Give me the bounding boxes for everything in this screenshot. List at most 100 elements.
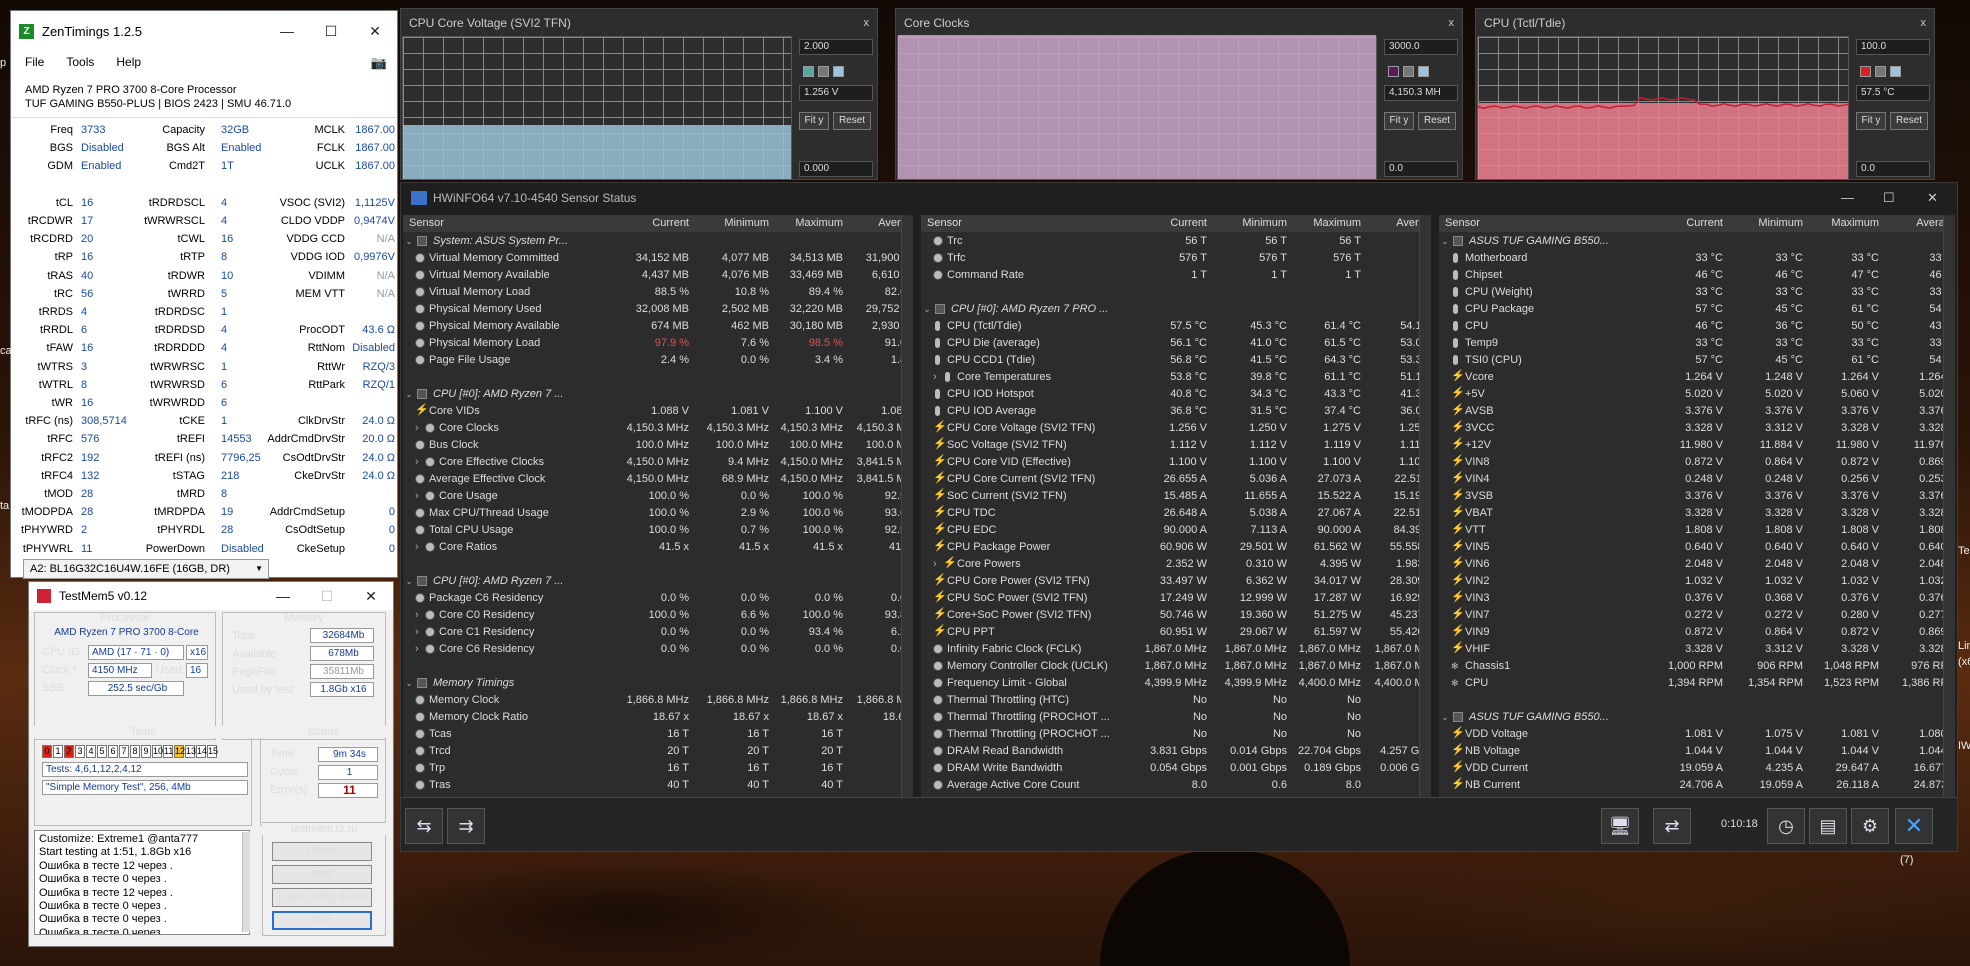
reset-button[interactable]: Reset (1418, 112, 1456, 130)
expand-chevron-icon[interactable]: › (415, 420, 419, 437)
fit-y-button[interactable]: Fit y (799, 112, 829, 130)
sensor-row[interactable]: DRAM Write Bandwidth 0.054 Gbps 0.001 Gbps… (921, 760, 1431, 777)
gear-icon[interactable]: ⚙ (1851, 808, 1889, 844)
sensor-row[interactable]: ⚡ AVSB 3.376 V 3.376 V 3.376 V 3.376 V (1439, 403, 1955, 420)
sensor-row[interactable]: ⚡CPU EDC90.000 A7.113 A90.000 A84.395 A (921, 522, 1431, 539)
graph-color-swatch[interactable] (1388, 66, 1399, 77)
sensor-row[interactable]: ⚡ +12V 11.980 V 11.884 V 11.980 V 11.976 V (1439, 437, 1955, 454)
sensor-scrollbar[interactable] (1943, 215, 1955, 797)
sensor-row[interactable]: ⚡ VIN4 0.248 V 0.248 V 0.256 V 0.253 V (1439, 471, 1955, 488)
sensor-row[interactable]: ⚡ CPU Core VID (Effective) 1.100 V 1.100 V 1… (921, 454, 1431, 471)
sensor-row[interactable]: Frequency Limit - Global 4,399.9 MHz 4,399… (921, 675, 1431, 692)
graph-window[interactable]: CPU Core Voltage (SVI2 TFN) x 2.000 1.256 V… (400, 8, 878, 180)
monitor-icon[interactable]: 🖥 (1601, 808, 1639, 844)
maximize-icon[interactable]: ☐ (309, 23, 353, 40)
sensor-row[interactable]: CPU IOD Average 36.8 °C 31.5 °C 37.4 °C 36.0… (921, 403, 1431, 420)
sensor-row[interactable]: CPU46 °C36 °C50 °C43 °C (1439, 318, 1955, 335)
dimm-select[interactable]: A2: BL16G32C16U4W.16FE (16GB, DR) ▼ (23, 559, 269, 579)
sensor-row[interactable]: ›Core Usage100.0 %0.0 %100.0 %92.5 % (403, 488, 913, 505)
sensor-row[interactable]: Chipset46 °C46 °C47 °C46 °C (1439, 267, 1955, 284)
sensor-row[interactable]: Tcas 16 T 16 T 16 T (403, 726, 913, 743)
close-icon[interactable]: ✕ (349, 588, 393, 605)
sensor-row[interactable]: ⚡ 3VCC 3.328 V 3.312 V 3.328 V 3.328 V (1439, 420, 1955, 437)
sensor-row[interactable]: ⌄ CPU [#0]: AMD Ryzen 7 ... (403, 573, 913, 590)
graph-window[interactable]: CPU (Tctl/Tdie) x 100.0 57.5 °C Fit y Reset 0.… (1475, 8, 1935, 180)
sensor-row[interactable]: Total CPU Usage100.0 %0.7 %100.0 %92.5 % (403, 522, 913, 539)
sensor-row[interactable]: ⚡ CPU Core Voltage (SVI2 TFN) 1.256 V 1.250… (921, 420, 1431, 437)
collapse-toggle-icon[interactable]: ⌄ (405, 233, 413, 250)
nav-right-icon[interactable]: ⇉ (447, 808, 485, 844)
collapse-toggle-icon[interactable]: ⌄ (1441, 709, 1449, 726)
maximize-icon[interactable]: ☐ (305, 588, 349, 605)
sensor-row[interactable]: Thermal Throttling (HTC) No No No (921, 692, 1431, 709)
graph-color-swatch[interactable] (1890, 66, 1901, 77)
collapse-toggle-icon[interactable]: ⌄ (405, 386, 413, 403)
graph-max-field[interactable]: 100.0 (1856, 39, 1930, 55)
nav-left-icon[interactable]: ⇆ (405, 808, 443, 844)
minimize-icon[interactable]: — (1841, 183, 1854, 213)
close-icon[interactable]: x (1449, 9, 1455, 37)
sensor-row[interactable]: ⚡ Vcore 1.264 V 1.248 V 1.264 V 1.264 V (1439, 369, 1955, 386)
sensor-row[interactable]: Average Effective Clock 4,150.0 MHz 68.9 M… (403, 471, 913, 488)
column-header-minimum[interactable]: Minimum (1731, 215, 1803, 232)
sensor-row[interactable]: Memory Clock Ratio 18.67 x 18.67 x 18.67 x1… (403, 709, 913, 726)
graph-color-swatch[interactable] (803, 66, 814, 77)
sensor-row[interactable]: Motherboard33 °C33 °C33 °C33 °C (1439, 250, 1955, 267)
sensor-row[interactable]: CPU (Weight)33 °C33 °C33 °C33 °C (1439, 284, 1955, 301)
report-icon[interactable]: ▤ (1809, 808, 1847, 844)
menu-help[interactable]: Help (116, 55, 141, 69)
hwinfo-window[interactable]: HWiNFO64 v7.10-4540 Sensor Status — ☐ ✕ … (400, 182, 1958, 852)
sensor-row[interactable]: ⚡ VIN9 0.872 V 0.864 V 0.872 V 0.869 V (1439, 624, 1955, 641)
load-config-button[interactable]: Load config & exit (272, 888, 372, 907)
collapse-toggle-icon[interactable]: ⌄ (923, 301, 931, 318)
sensor-row[interactable]: Virtual Memory Available 4,437 MB 4,076 MB… (403, 267, 913, 284)
column-header-maximum[interactable]: Maximum (1807, 215, 1879, 232)
sensor-row[interactable]: Memory Clock 1,866.8 MHz 1,866.8 MHz 1,866.… (403, 692, 913, 709)
sensor-row[interactable]: Command Rate 1 T 1 T 1 T (921, 267, 1431, 284)
close-icon[interactable]: ✕ (353, 23, 397, 40)
minimize-icon[interactable]: — (261, 588, 305, 604)
fit-y-button[interactable]: Fit y (1856, 112, 1886, 130)
sensor-row[interactable]: ⚡ SoC Current (SVI2 TFN) 15.485 A 11.655 A 1… (921, 488, 1431, 505)
sensor-row[interactable]: ⚡ VIN7 0.272 V 0.272 V 0.280 V 0.277 V (1439, 607, 1955, 624)
column-header-current[interactable]: Current (1651, 215, 1723, 232)
sensor-row[interactable]: ⚡ VBAT 3.328 V 3.328 V 3.328 V 3.328 V (1439, 505, 1955, 522)
sensor-row[interactable] (403, 658, 913, 675)
sensor-row[interactable]: ⚡Core VIDs1.088 V1.081 V1.100 V1.089 V (403, 403, 913, 420)
tm-titlebar[interactable]: TestMem5 v0.12 — ☐ ✕ (29, 582, 393, 610)
exit-button[interactable]: Exit (272, 911, 372, 930)
sensor-row[interactable]: ⚡ CPU Core Current (SVI2 TFN) 26.655 A 5.03… (921, 471, 1431, 488)
sensor-row[interactable]: Virtual Memory Load 88.5 % 10.8 % 89.4 % 82.… (403, 284, 913, 301)
hw-titlebar[interactable]: HWiNFO64 v7.10-4540 Sensor Status — ☐ ✕ (401, 183, 1957, 213)
collapse-toggle-icon[interactable]: ⌄ (405, 573, 413, 590)
sensor-row[interactable]: ⌄ ASUS TUF GAMING B550... (1439, 233, 1955, 250)
graph-color-swatch[interactable] (1418, 66, 1429, 77)
maximize-icon[interactable]: ☐ (1883, 183, 1895, 213)
graph-min-field[interactable]: 0.0 (1384, 161, 1458, 177)
camera-icon[interactable]: 📷 (371, 55, 387, 71)
sensor-row[interactable]: Trp 16 T 16 T 16 T (403, 760, 913, 777)
close-icon[interactable]: x (864, 9, 870, 37)
reset-button[interactable]: Reset (1890, 112, 1928, 130)
sensor-row[interactable]: ⚡ VIN8 0.872 V 0.864 V 0.872 V 0.869 V (1439, 454, 1955, 471)
column-header-maximum[interactable]: Maximum (1289, 215, 1361, 232)
sensor-row[interactable]: ⚡ VDD Current 19.059 A 4.235 A 29.647 A 16.67… (1439, 760, 1955, 777)
network-icon[interactable]: ⇄ (1653, 808, 1691, 844)
sensor-row[interactable] (1439, 692, 1955, 709)
sensor-row[interactable]: Infinity Fabric Clock (FCLK) 1,867.0 MHz 1… (921, 641, 1431, 658)
sensor-row[interactable]: ⌄ CPU [#0]: AMD Ryzen 7 PRO ... (921, 301, 1431, 318)
menu-tools[interactable]: Tools (66, 55, 94, 69)
sensor-row[interactable]: CPU (Tctl/Tdie) 57.5 °C 45.3 °C 61.4 °C 54.1… (921, 318, 1431, 335)
sensor-row[interactable]: ›Core C6 Residency0.0 %0.0 %0.0 %0.0 % (403, 641, 913, 658)
sensor-row[interactable]: ›Core C1 Residency0.0 %0.0 %93.4 %6.2 % (403, 624, 913, 641)
sensor-row[interactable]: ⚡ VDD Voltage 1.081 V 1.075 V 1.081 V 1.080 V (1439, 726, 1955, 743)
zentimings-window[interactable]: Z ZenTimings 1.2.5 — ☐ ✕ File Tools Help… (10, 10, 398, 579)
column-header-current[interactable]: Current (1135, 215, 1207, 232)
minimize-icon[interactable]: — (265, 23, 309, 39)
mail-button[interactable]: Mail (272, 865, 372, 884)
graph-window[interactable]: Core Clocks x 3000.0 4,150.3 MH Fit y Reset 0.… (895, 8, 1463, 180)
sensor-row[interactable]: Package C6 Residency0.0 %0.0 %0.0 %0.0 % (403, 590, 913, 607)
sensor-row[interactable]: Tras 40 T 40 T 40 T (403, 777, 913, 794)
expand-chevron-icon[interactable]: › (415, 624, 419, 641)
sensor-row[interactable]: Thermal Throttling (PROCHOT ... No No No (921, 709, 1431, 726)
